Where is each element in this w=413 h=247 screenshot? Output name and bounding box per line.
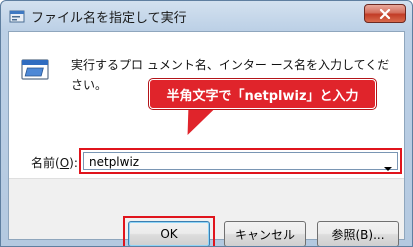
run-dialog-icon — [9, 8, 25, 24]
window-title: ファイル名を指定して実行 — [31, 11, 187, 26]
browse-button[interactable]: 参照(B)... — [317, 221, 399, 246]
name-field-label: 名前(O): — [31, 154, 78, 171]
ok-button[interactable]: OK — [128, 221, 210, 246]
dialog-content: 実行するプロ ュメント名、インター ース名を入力してください。 半角文字で「ne… — [8, 31, 405, 246]
run-program-icon — [21, 58, 51, 82]
callout-pointer — [173, 107, 217, 135]
command-combobox[interactable]: netplwiz — [79, 148, 402, 174]
run-dialog-window: ファイル名を指定して実行 実行するプロ ュメント名、インター ース名を入力してく… — [0, 0, 413, 247]
command-input-frame: netplwiz — [83, 152, 398, 171]
cancel-button[interactable]: キャンセル — [224, 221, 306, 246]
chevron-down-icon[interactable] — [383, 158, 393, 171]
name-label-accesskey: O — [59, 156, 70, 170]
command-input[interactable]: netplwiz — [89, 155, 139, 169]
close-icon — [379, 8, 391, 19]
title-bar[interactable]: ファイル名を指定して実行 — [1, 1, 412, 31]
name-label-suffix: ): — [69, 156, 78, 170]
name-label-prefix: 名前( — [31, 156, 60, 170]
instruction-callout: 半角文字で「netplwiz」と入力 — [149, 79, 376, 109]
close-button[interactable] — [364, 4, 406, 23]
